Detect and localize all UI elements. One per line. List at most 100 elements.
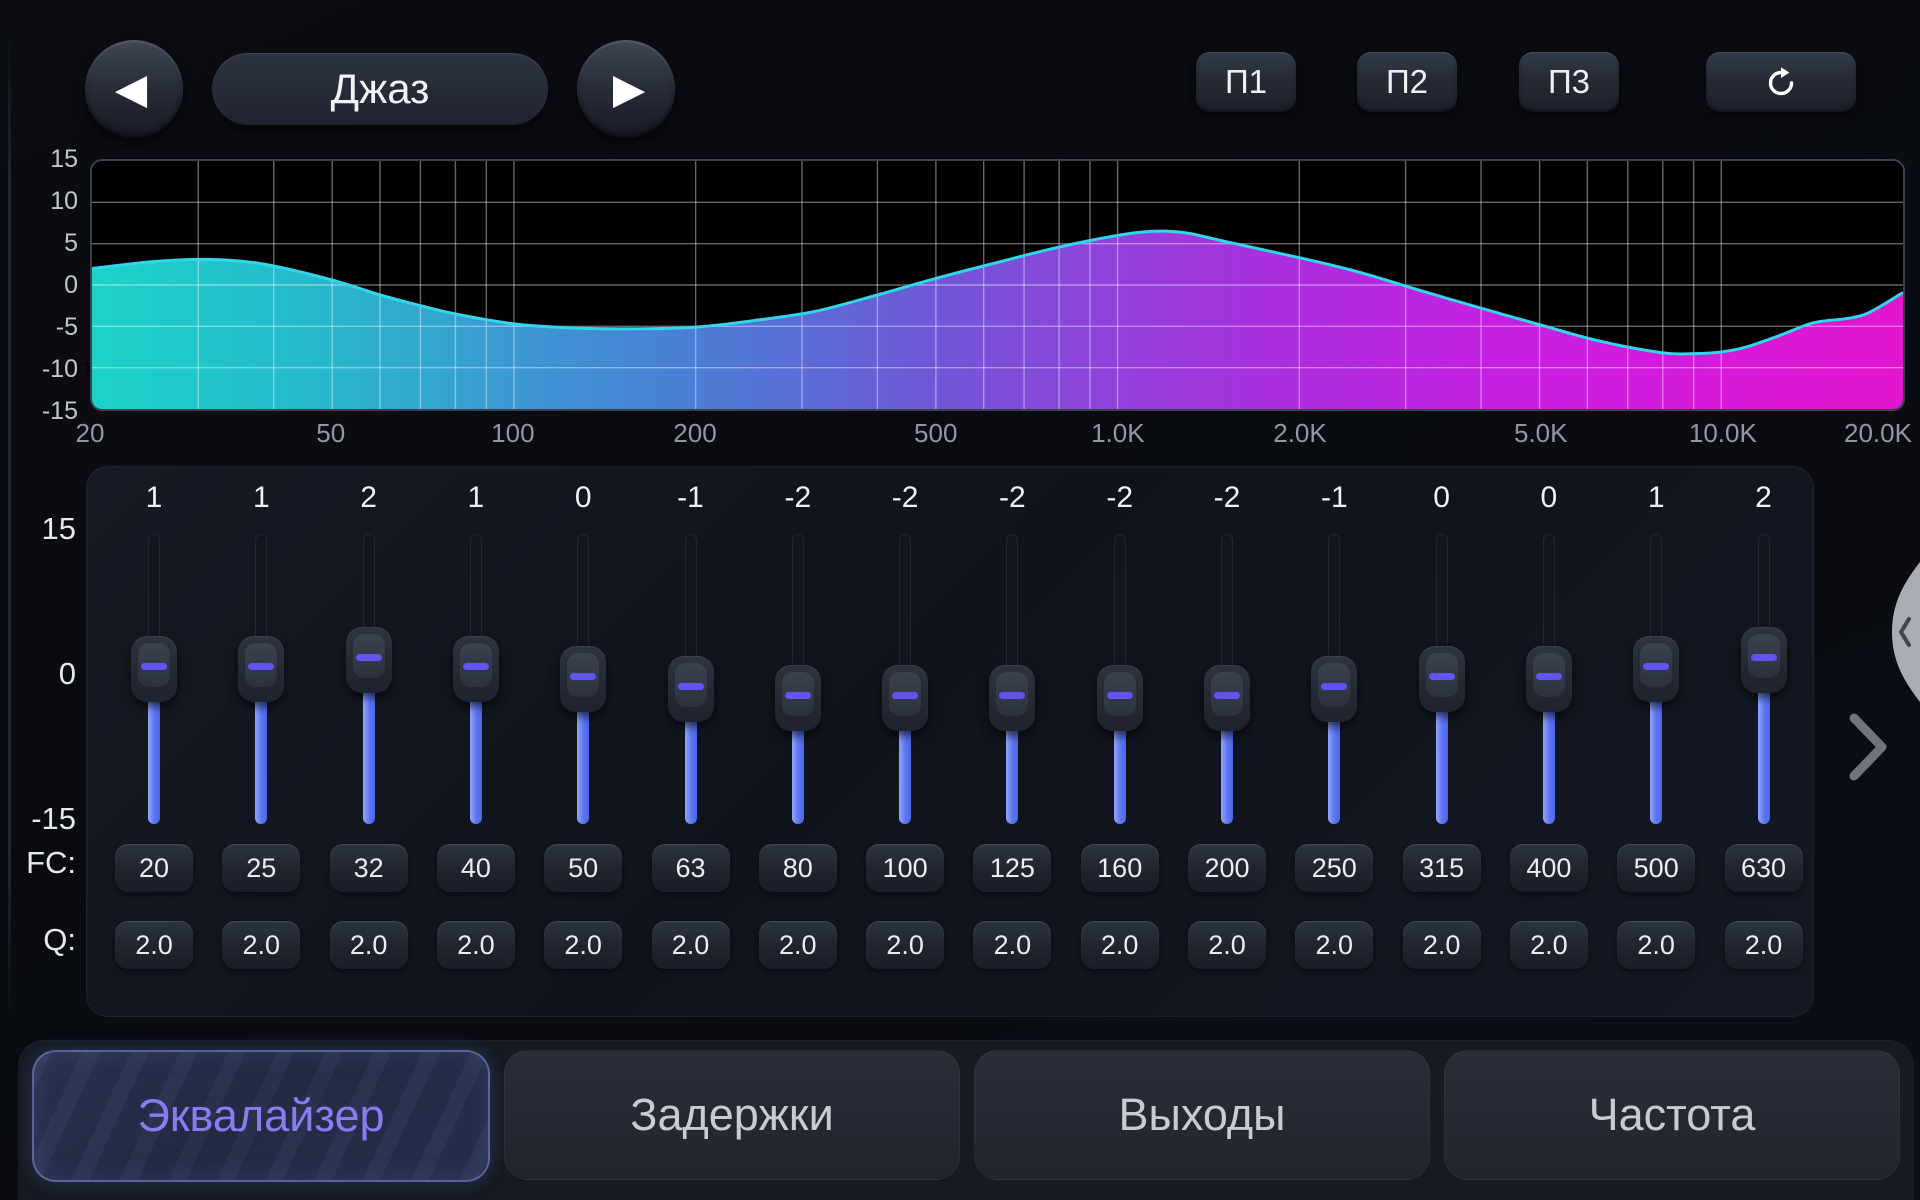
slider-thumb[interactable] bbox=[238, 636, 284, 702]
band-fc-button[interactable]: 40 bbox=[437, 844, 515, 892]
slider-thumb[interactable] bbox=[131, 636, 177, 702]
prev-preset-button[interactable]: ◀ bbox=[85, 40, 183, 138]
band-gain-slider[interactable] bbox=[114, 534, 194, 824]
memory-preset-2-button[interactable]: П2 bbox=[1357, 52, 1457, 112]
band-gain-slider[interactable] bbox=[758, 534, 838, 824]
band-gain-slider[interactable] bbox=[1402, 534, 1482, 824]
band-column-14: 0 400 2.0 bbox=[1509, 467, 1589, 1016]
band-fc-button[interactable]: 160 bbox=[1081, 844, 1159, 892]
band-column-4: 1402.0 bbox=[436, 467, 516, 1016]
band-fc-button[interactable]: 315 bbox=[1403, 844, 1481, 892]
band-fc-button[interactable]: 80 bbox=[759, 844, 837, 892]
graph-x-tick-label: 200 bbox=[635, 418, 755, 448]
band-q-button[interactable]: 2.0 bbox=[330, 921, 408, 969]
band-q-button[interactable]: 2.0 bbox=[437, 921, 515, 969]
band-q-button[interactable]: 2.0 bbox=[1510, 921, 1588, 969]
band-gain-slider[interactable] bbox=[543, 534, 623, 824]
band-q-button[interactable]: 2.0 bbox=[222, 921, 300, 969]
eq-bands-panel: 1202.01252.02322.01402.00502.0-1632.0-28… bbox=[86, 466, 1814, 1017]
band-q-button[interactable]: 2.0 bbox=[115, 921, 193, 969]
band-gain-value: 1 bbox=[114, 481, 194, 515]
slider-thumb-dash bbox=[1107, 692, 1133, 699]
band-fc-button[interactable]: 25 bbox=[222, 844, 300, 892]
band-q-button[interactable]: 2.0 bbox=[1295, 921, 1373, 969]
slider-thumb[interactable] bbox=[1419, 646, 1465, 712]
graph-x-tick-label: 20.0K bbox=[1818, 418, 1920, 448]
band-column-6: -1632.0 bbox=[651, 467, 731, 1016]
band-scale-label: 0 bbox=[0, 656, 76, 692]
band-gain-slider[interactable] bbox=[329, 534, 409, 824]
tab-delays-label: Задержки bbox=[630, 1089, 833, 1141]
band-fc-button[interactable]: 630 bbox=[1725, 844, 1803, 892]
band-gain-slider[interactable] bbox=[1080, 534, 1160, 824]
memory-preset-3-button-label: П3 bbox=[1548, 63, 1590, 101]
band-fc-button[interactable]: 250 bbox=[1295, 844, 1373, 892]
band-gain-slider[interactable] bbox=[1187, 534, 1267, 824]
band-fc-button[interactable]: 500 bbox=[1617, 844, 1695, 892]
band-column-12: -12502.0 bbox=[1294, 467, 1374, 1016]
slider-thumb[interactable] bbox=[775, 665, 821, 731]
band-fc-button[interactable]: 63 bbox=[652, 844, 730, 892]
band-gain-slider[interactable] bbox=[651, 534, 731, 824]
band-gain-slider[interactable] bbox=[1616, 534, 1696, 824]
band-gain-value: 0 bbox=[1509, 481, 1589, 515]
slider-thumb[interactable] bbox=[1741, 627, 1787, 693]
tab-equalizer-label: Эквалайзер bbox=[137, 1090, 384, 1142]
slider-thumb[interactable] bbox=[989, 665, 1035, 731]
reset-icon bbox=[1763, 64, 1799, 100]
memory-preset-1-button[interactable]: П1 bbox=[1196, 52, 1296, 112]
slider-thumb[interactable] bbox=[560, 646, 606, 712]
band-gain-slider[interactable] bbox=[1724, 534, 1804, 824]
band-q-button[interactable]: 2.0 bbox=[1403, 921, 1481, 969]
band-fc-button[interactable]: 50 bbox=[544, 844, 622, 892]
tab-frequency-label: Частота bbox=[1589, 1089, 1756, 1141]
band-fc-button[interactable]: 32 bbox=[330, 844, 408, 892]
band-fc-button[interactable]: 125 bbox=[973, 844, 1051, 892]
band-fc-button[interactable]: 200 bbox=[1188, 844, 1266, 892]
band-q-button[interactable]: 2.0 bbox=[866, 921, 944, 969]
band-fc-button[interactable]: 100 bbox=[866, 844, 944, 892]
slider-thumb[interactable] bbox=[1204, 665, 1250, 731]
band-gain-slider[interactable] bbox=[1509, 534, 1589, 824]
tab-delays[interactable]: Задержки bbox=[504, 1050, 960, 1180]
tab-equalizer[interactable]: Эквалайзер bbox=[32, 1050, 490, 1182]
band-q-button[interactable]: 2.0 bbox=[652, 921, 730, 969]
band-q-button[interactable]: 2.0 bbox=[1081, 921, 1159, 969]
slider-thumb[interactable] bbox=[1097, 665, 1143, 731]
band-q-button[interactable]: 2.0 bbox=[759, 921, 837, 969]
band-q-button[interactable]: 2.0 bbox=[544, 921, 622, 969]
band-fc-button[interactable]: 20 bbox=[115, 844, 193, 892]
slider-thumb[interactable] bbox=[1633, 636, 1679, 702]
graph-y-tick-label: 10 bbox=[16, 186, 78, 216]
tab-frequency[interactable]: Частота bbox=[1444, 1050, 1900, 1180]
band-gain-slider[interactable] bbox=[972, 534, 1052, 824]
slider-thumb-dash bbox=[1536, 673, 1562, 680]
band-fc-button[interactable]: 400 bbox=[1510, 844, 1588, 892]
slider-thumb[interactable] bbox=[1526, 646, 1572, 712]
band-q-button[interactable]: 2.0 bbox=[1188, 921, 1266, 969]
band-q-button[interactable]: 2.0 bbox=[1617, 921, 1695, 969]
slider-thumb-dash bbox=[1321, 683, 1347, 690]
band-gain-slider[interactable] bbox=[865, 534, 945, 824]
bottom-tab-bar: Эквалайзер Задержки Выходы Частота bbox=[18, 1040, 1914, 1200]
slider-thumb[interactable] bbox=[1311, 656, 1357, 722]
tab-outputs[interactable]: Выходы bbox=[974, 1050, 1430, 1180]
band-q-button[interactable]: 2.0 bbox=[1725, 921, 1803, 969]
band-gain-slider[interactable] bbox=[221, 534, 301, 824]
graph-x-tick-label: 50 bbox=[271, 418, 391, 448]
side-drawer-handle[interactable] bbox=[1890, 562, 1920, 702]
next-bands-button[interactable] bbox=[1840, 712, 1896, 782]
slider-thumb[interactable] bbox=[668, 656, 714, 722]
band-gain-slider[interactable] bbox=[1294, 534, 1374, 824]
slider-thumb[interactable] bbox=[453, 636, 499, 702]
triangle-left-icon: ◀ bbox=[115, 68, 147, 110]
band-q-button[interactable]: 2.0 bbox=[973, 921, 1051, 969]
reset-button[interactable] bbox=[1706, 52, 1856, 112]
preset-display[interactable]: Джаз bbox=[212, 53, 548, 125]
band-gain-slider[interactable] bbox=[436, 534, 516, 824]
band-column-13: 03152.0 bbox=[1402, 467, 1482, 1016]
next-preset-button[interactable]: ▶ bbox=[577, 40, 675, 138]
memory-preset-3-button[interactable]: П3 bbox=[1519, 52, 1619, 112]
slider-thumb[interactable] bbox=[882, 665, 928, 731]
slider-thumb[interactable] bbox=[346, 627, 392, 693]
